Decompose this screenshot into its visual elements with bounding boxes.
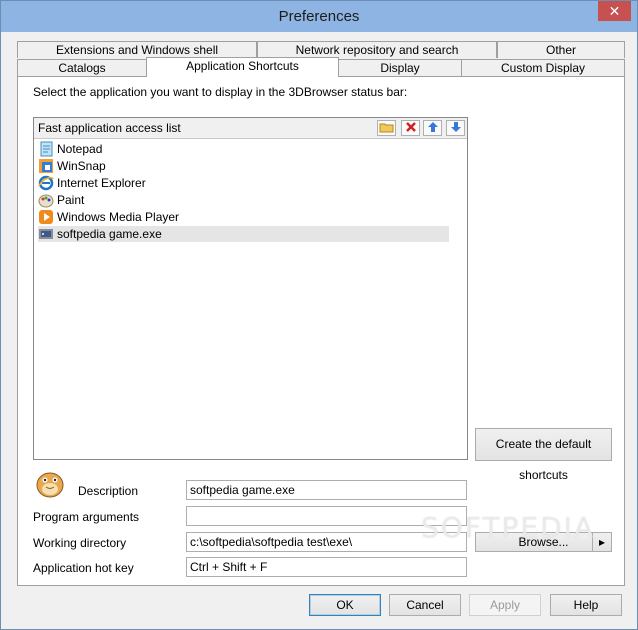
list-item-selected[interactable]: softpedia game.exe: [38, 226, 449, 242]
list-item-label: WinSnap: [57, 159, 106, 173]
working-directory-label: Working directory: [33, 536, 127, 550]
move-up-icon[interactable]: [423, 120, 442, 136]
softpedia-watermark: SOFTPEDIA: [421, 511, 596, 544]
list-item-label: softpedia game.exe: [57, 227, 162, 241]
list-item[interactable]: Notepad: [38, 141, 449, 157]
instruction-text: Select the application you want to displ…: [33, 85, 408, 99]
tab-other[interactable]: Other: [497, 41, 625, 58]
tab-custom-display[interactable]: Custom Display: [461, 59, 625, 76]
list-item-label: Notepad: [57, 142, 103, 156]
hotkey-field[interactable]: Ctrl + Shift + F: [186, 557, 467, 577]
paint-icon: [38, 192, 54, 208]
list-header: Fast application access list: [34, 118, 467, 139]
folder-icon[interactable]: [377, 120, 396, 136]
tab-display[interactable]: Display: [338, 59, 462, 76]
program-arguments-label: Program arguments: [33, 510, 140, 524]
list-item[interactable]: Windows Media Player: [38, 209, 449, 225]
tab-catalogs[interactable]: Catalogs: [17, 59, 147, 76]
apply-button[interactable]: Apply: [469, 594, 541, 616]
delete-icon[interactable]: [401, 120, 420, 136]
list-item-label: Paint: [57, 193, 85, 207]
window-title: Preferences: [278, 8, 360, 25]
close-button[interactable]: ✕: [598, 1, 631, 21]
description-field[interactable]: softpedia game.exe: [186, 480, 467, 500]
cancel-button[interactable]: Cancel: [389, 594, 461, 616]
preferences-window: Preferences ✕ Extensions and Windows she…: [0, 0, 638, 630]
list-header-label: Fast application access list: [38, 121, 181, 135]
notepad-icon: [38, 141, 54, 157]
list-item-label: Windows Media Player: [57, 210, 180, 224]
tab-application-shortcuts[interactable]: Application Shortcuts: [146, 57, 339, 77]
ok-button[interactable]: OK: [309, 594, 381, 616]
list-item[interactable]: Paint: [38, 192, 449, 208]
internet-explorer-icon: [38, 175, 54, 191]
create-default-shortcuts-button[interactable]: Create the default shortcuts: [475, 428, 612, 482]
move-down-icon[interactable]: [446, 120, 465, 136]
app-preview-icon: [33, 465, 67, 499]
hotkey-label: Application hot key: [33, 561, 134, 575]
game-icon: [38, 226, 54, 242]
shortcut-list[interactable]: Fast application access list Notepad Win…: [33, 117, 468, 460]
description-label: Description: [78, 484, 139, 498]
title-bar[interactable]: Preferences ✕: [1, 1, 637, 32]
tab-extensions[interactable]: Extensions and Windows shell: [17, 41, 257, 58]
list-item[interactable]: Internet Explorer: [38, 175, 449, 191]
tab-network-repository[interactable]: Network repository and search: [257, 41, 497, 58]
media-player-icon: [38, 209, 54, 225]
list-item[interactable]: WinSnap: [38, 158, 449, 174]
list-item-label: Internet Explorer: [57, 176, 146, 190]
help-button[interactable]: Help: [550, 594, 622, 616]
winsnap-icon: [38, 158, 54, 174]
